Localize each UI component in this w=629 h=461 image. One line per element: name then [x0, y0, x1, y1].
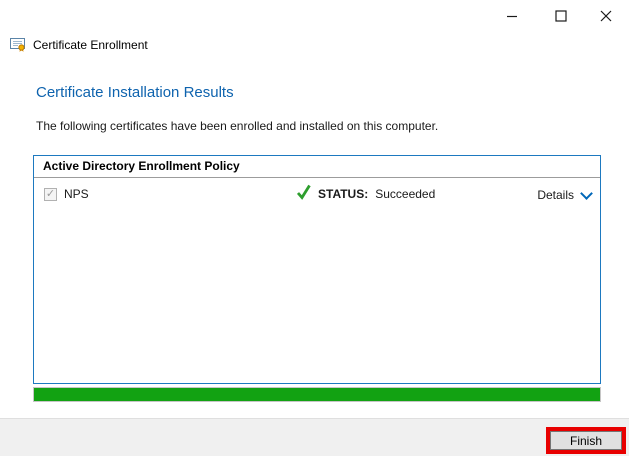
enrollment-policy-panel: Active Directory Enrollment Policy ✓ NPS… [33, 155, 601, 384]
minimize-button[interactable] [499, 5, 525, 27]
close-button[interactable] [593, 5, 619, 27]
page-description: The following certificates have been enr… [36, 119, 438, 133]
status-label: STATUS: [318, 187, 368, 201]
page-title: Certificate Installation Results [36, 84, 234, 101]
minimize-icon [506, 10, 518, 22]
success-check-icon [296, 184, 311, 203]
app-header: Certificate Enrollment [10, 36, 148, 54]
maximize-icon [555, 10, 567, 22]
finish-button[interactable]: Finish [550, 431, 622, 450]
nps-checkbox: ✓ [44, 188, 57, 201]
certificate-icon [10, 36, 26, 55]
details-label: Details [537, 188, 574, 202]
progress-bar [33, 387, 601, 402]
certificate-row: ✓ NPS STATUS: Succeeded Details [34, 178, 600, 212]
finish-highlight-annotation: Finish [546, 427, 626, 454]
footer [0, 418, 629, 456]
app-title: Certificate Enrollment [33, 38, 148, 52]
maximize-button[interactable] [548, 5, 574, 27]
chevron-down-icon [580, 187, 593, 200]
panel-title: Active Directory Enrollment Policy [34, 156, 600, 178]
close-icon [600, 10, 612, 22]
checkbox-check-icon: ✓ [46, 189, 55, 200]
details-toggle[interactable]: Details [537, 188, 591, 202]
status-group: STATUS: Succeeded [296, 184, 435, 203]
certificate-name-group: ✓ NPS [44, 187, 89, 201]
status-value: Succeeded [375, 187, 435, 201]
certificate-name-label: NPS [64, 187, 89, 201]
progress-bar-fill [34, 388, 600, 401]
